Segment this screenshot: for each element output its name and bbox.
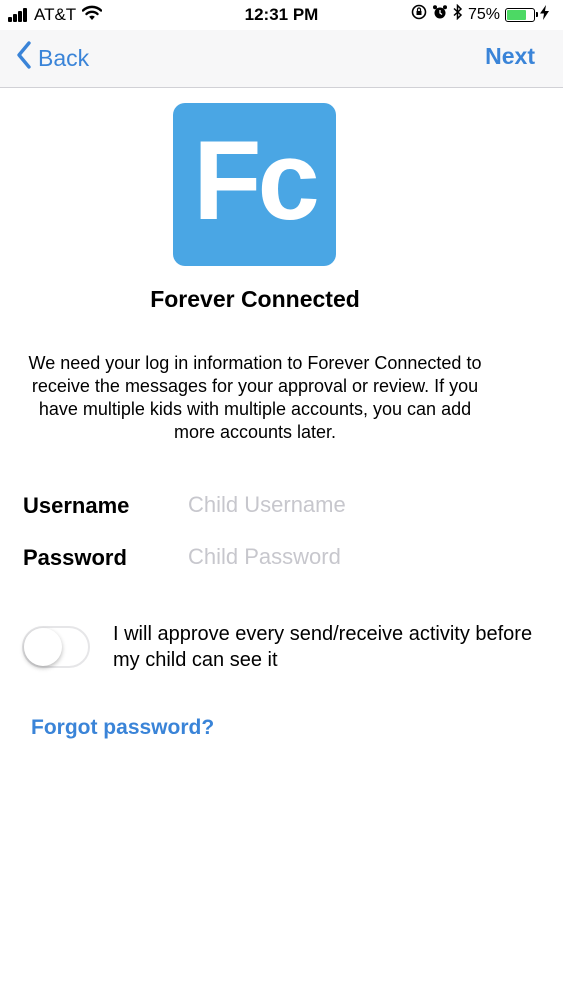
logo-text: Fc	[193, 118, 320, 243]
forgot-password-link[interactable]: Forgot password?	[31, 716, 214, 740]
orientation-lock-icon	[411, 4, 427, 25]
password-input[interactable]	[188, 540, 518, 574]
battery-percent: 75%	[467, 5, 500, 23]
alarm-icon	[432, 4, 448, 25]
battery-icon	[505, 7, 538, 22]
password-label: Password	[23, 545, 127, 570]
next-button[interactable]: Next	[485, 43, 535, 70]
navigation-bar: Back Next	[0, 30, 563, 88]
username-input[interactable]	[188, 488, 518, 522]
approval-toggle-label: I will approve every send/receive activi…	[113, 623, 533, 671]
bluetooth-icon	[453, 3, 463, 25]
back-label: Back	[38, 44, 90, 71]
status-bar: AT&T 12:31 PM 75%	[0, 0, 563, 30]
approval-toggle[interactable]	[22, 626, 90, 668]
app-logo: Fc	[173, 103, 336, 266]
back-button[interactable]: Back	[16, 41, 89, 75]
charging-icon	[540, 4, 549, 25]
chevron-left-icon	[16, 41, 32, 75]
toggle-knob	[24, 628, 62, 666]
app-name: Forever Connected	[150, 286, 360, 312]
username-label: Username	[23, 493, 130, 518]
description-text: We need your log in information to Forev…	[28, 353, 482, 442]
